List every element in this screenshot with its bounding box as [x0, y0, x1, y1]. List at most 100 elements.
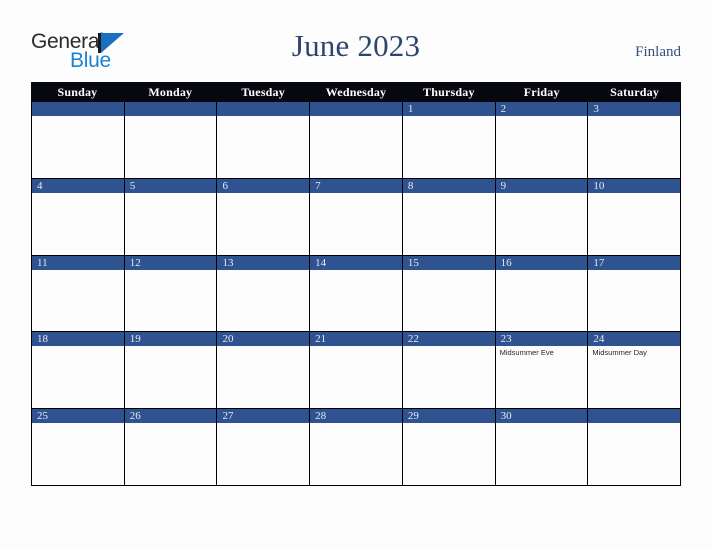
calendar-day-cell[interactable]: 4	[32, 179, 125, 256]
calendar-day-cell[interactable]: 10	[588, 179, 681, 256]
date-number: 6	[222, 180, 228, 192]
date-bar	[124, 179, 217, 193]
date-number: 12	[129, 256, 141, 269]
weekday-header-row: Sunday Monday Tuesday Wednesday Thursday…	[31, 82, 681, 102]
calendar-day-cell[interactable]: 23 Midsummer Eve	[495, 332, 589, 409]
page-header: General Blue June 2023 Finland	[0, 0, 712, 82]
calendar-day-cell[interactable]: 12	[124, 255, 218, 333]
calendar-day-cell[interactable]: 11	[32, 255, 125, 333]
date-number: 23	[500, 333, 512, 346]
calendar-week-row: 25 26 27 28 29 30	[32, 408, 681, 486]
date-number: 13	[222, 256, 234, 269]
date-bar	[495, 179, 588, 193]
date-number: 7	[315, 180, 321, 192]
calendar-week-row: 11 12 13 14 15 16 17	[32, 255, 681, 333]
date-number: 27	[222, 409, 234, 422]
calendar-day-cell-empty[interactable]	[588, 408, 681, 486]
date-number: 4	[37, 180, 43, 192]
calendar-day-cell[interactable]: 1	[402, 102, 496, 179]
calendar-day-cell[interactable]: 27	[217, 408, 311, 486]
date-bar	[402, 179, 495, 193]
calendar-day-cell[interactable]: 15	[402, 255, 496, 333]
date-number: 16	[500, 256, 512, 269]
date-number: 8	[407, 180, 414, 192]
date-bar	[32, 102, 124, 116]
calendar-day-cell-empty[interactable]	[310, 102, 403, 179]
date-number: 24	[593, 333, 605, 346]
date-number: 22	[407, 333, 419, 346]
weekday-header-thursday: Thursday	[423, 84, 475, 99]
calendar-day-cell[interactable]: 5	[124, 179, 218, 256]
date-bar	[32, 179, 124, 193]
calendar-day-cell[interactable]: 24 Midsummer Day	[588, 332, 681, 409]
date-number: 11	[37, 256, 48, 269]
date-bar	[217, 179, 310, 193]
day-events: Midsummer Day	[592, 348, 677, 358]
calendar-day-cell[interactable]: 29	[402, 408, 496, 486]
date-number: 30	[500, 409, 512, 422]
calendar-day-cell[interactable]: 19	[124, 332, 218, 409]
date-number: 9	[500, 180, 507, 192]
calendar-day-cell[interactable]: 18	[32, 332, 125, 409]
date-number: 25	[37, 409, 48, 422]
calendar-day-cell[interactable]: 9	[495, 179, 589, 256]
holiday-label: Midsummer Eve	[499, 348, 554, 358]
date-bar	[124, 102, 217, 116]
calendar-day-cell[interactable]: 2	[495, 102, 589, 179]
calendar-day-cell[interactable]: 6	[217, 179, 311, 256]
date-number: 19	[129, 333, 141, 346]
date-number: 1	[407, 103, 414, 115]
country-label: Finland	[635, 44, 681, 60]
calendar-week-row: 1 2 3	[32, 102, 681, 179]
date-bar	[402, 102, 495, 116]
date-number: 2	[500, 103, 507, 115]
calendar-day-cell-empty[interactable]	[32, 102, 125, 179]
calendar-day-cell[interactable]: 26	[124, 408, 218, 486]
calendar-grid: Sunday Monday Tuesday Wednesday Thursday…	[31, 82, 681, 487]
weekday-header-tuesday: Tuesday	[241, 84, 285, 99]
calendar-week-row: 18 19 20 21 22 23 Midsummer Eve 24 Midsummer Day	[32, 332, 681, 409]
calendar-day-cell[interactable]: 17	[588, 255, 681, 333]
weekday-header-sunday: Sunday	[57, 84, 98, 99]
calendar-day-cell[interactable]: 21	[310, 332, 403, 409]
date-number: 28	[315, 409, 327, 422]
weekday-header-wednesday: Wednesday	[325, 84, 387, 99]
holiday-label: Midsummer Day	[592, 348, 647, 358]
calendar-day-cell[interactable]: 28	[310, 408, 403, 486]
date-number: 10	[593, 180, 605, 192]
calendar-day-cell[interactable]: 25	[32, 408, 125, 486]
date-number: 14	[315, 256, 327, 269]
calendar-day-cell[interactable]: 30	[495, 408, 589, 486]
calendar-day-cell[interactable]: 7	[310, 179, 403, 256]
date-number: 15	[407, 256, 419, 269]
calendar-week-row: 4 5 6 7 8 9 10	[32, 179, 681, 256]
weekday-header-friday: Friday	[523, 84, 560, 99]
calendar-day-cell[interactable]: 8	[402, 179, 496, 256]
calendar-day-cell[interactable]: 16	[495, 255, 589, 333]
calendar-day-cell[interactable]: 22	[402, 332, 496, 409]
date-bar	[310, 102, 402, 116]
date-number: 20	[222, 333, 234, 346]
date-bar	[310, 179, 402, 193]
date-number: 5	[129, 180, 136, 192]
date-number: 3	[593, 103, 599, 115]
weekday-header-monday: Monday	[148, 84, 193, 99]
calendar-day-cell-empty[interactable]	[217, 102, 311, 179]
calendar-day-cell[interactable]: 3	[588, 102, 681, 179]
date-number: 18	[37, 333, 48, 346]
calendar-weeks: 1 2 3 4 5 6 7 8 9 10 11 12 13 14 15 16 17 18 19 20 21 22 23 Mid…	[31, 102, 681, 487]
calendar-day-cell[interactable]: 13	[217, 255, 311, 333]
date-number: 17	[593, 256, 605, 269]
calendar-day-cell[interactable]: 14	[310, 255, 403, 333]
date-bar	[588, 408, 681, 423]
calendar-day-cell-empty[interactable]	[124, 102, 218, 179]
date-bar	[495, 102, 588, 116]
calendar-day-cell[interactable]: 20	[217, 332, 311, 409]
date-bar	[217, 102, 310, 116]
day-events: Midsummer Eve	[500, 348, 585, 358]
date-bar	[588, 102, 681, 116]
date-number: 29	[407, 409, 419, 422]
date-number: 21	[315, 333, 327, 346]
weekday-header-saturday: Saturday	[610, 84, 660, 99]
page-title: June 2023	[291, 28, 421, 63]
